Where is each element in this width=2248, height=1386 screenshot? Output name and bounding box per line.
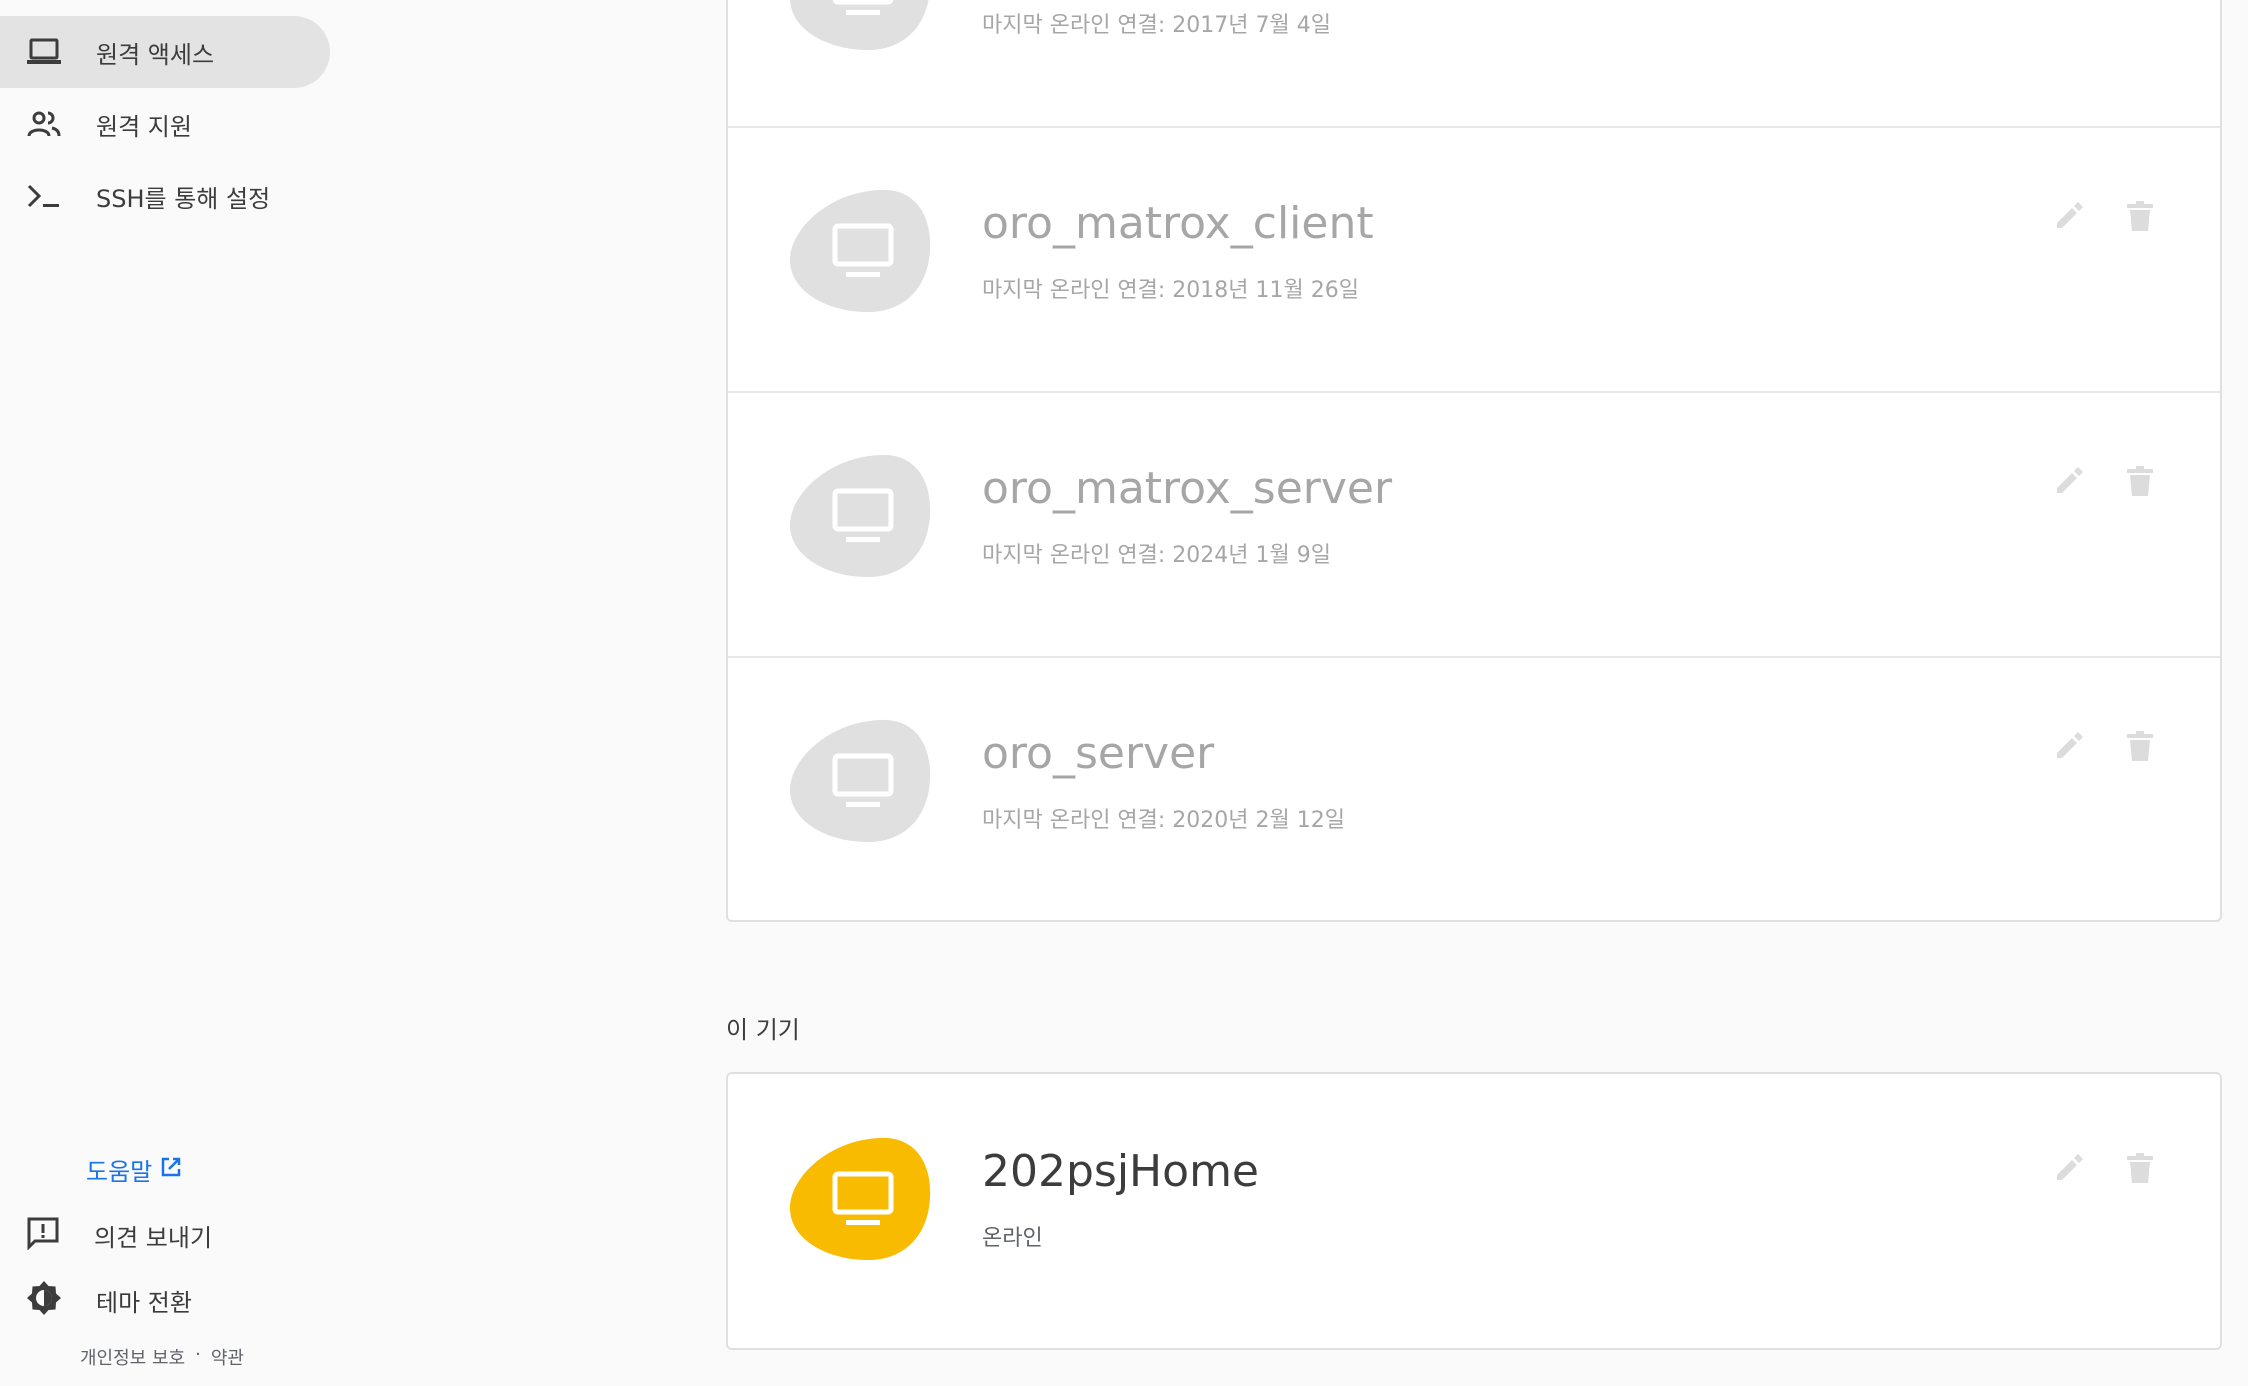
computer-blob-icon [790,1137,931,1260]
sidebar: 원격 액세스 원격 지원 SSH를 통해 설정 도움말 의견 보내기 테마 전환… [0,0,690,1386]
device-row[interactable]: oro_server 마지막 온라인 연결: 2020년 2월 12일 [728,656,2220,923]
sidebar-item-ssh-setup[interactable]: SSH를 통해 설정 [0,160,330,232]
legal-separator: · [195,1344,201,1365]
help-link[interactable]: 도움말 [86,1152,182,1187]
legal-links: 개인정보 보호 · 약관 [80,1344,244,1370]
device-row[interactable]: 202psjHome 온라인 [728,1074,2220,1339]
computer-blob-icon [790,454,931,577]
theme-label: 테마 전환 [96,1288,192,1317]
this-device-label: 이 기기 [726,1016,800,1044]
delete-button[interactable] [2122,1150,2158,1186]
delete-button[interactable] [2122,463,2158,499]
sidebar-item-remote-access[interactable]: 원격 액세스 [0,16,330,88]
laptop-icon [26,34,62,70]
terms-link[interactable]: 약관 [211,1344,244,1370]
trash-icon [2127,466,2153,496]
delete-button[interactable] [2122,728,2158,764]
terminal-icon [26,178,62,214]
trash-icon [2127,201,2153,231]
pencil-icon [2057,1154,2083,1180]
sidebar-item-label: 원격 액세스 [96,40,215,69]
device-status: 마지막 온라인 연결: 2020년 2월 12일 [982,808,1345,833]
edit-button[interactable] [2050,1150,2086,1186]
sidebar-item-remote-support[interactable]: 원격 지원 [0,88,330,160]
brightness-icon [26,1280,62,1320]
device-row[interactable]: 마지막 온라인 연결: 2017년 7월 4일 [728,0,2220,121]
device-row[interactable]: oro_matrox_client 마지막 온라인 연결: 2018년 11월 … [728,126,2220,393]
device-row[interactable]: oro_matrox_server 마지막 온라인 연결: 2024년 1월 9… [728,391,2220,658]
computer-blob-icon [790,0,929,50]
people-icon [26,106,62,142]
device-status: 마지막 온라인 연결: 2018년 11월 26일 [982,278,1359,303]
device-status: 마지막 온라인 연결: 2017년 7월 4일 [982,13,1332,38]
pencil-icon [2057,202,2083,228]
this-device-card: 202psjHome 온라인 [726,1072,2222,1350]
feedback-label: 의견 보내기 [94,1223,213,1252]
help-label: 도움말 [86,1158,153,1186]
theme-toggle-button[interactable]: 테마 전환 [26,1280,192,1320]
privacy-link[interactable]: 개인정보 보호 [80,1344,185,1370]
sidebar-item-label: 원격 지원 [96,112,192,141]
device-status: 마지막 온라인 연결: 2024년 1월 9일 [982,543,1332,568]
trash-icon [2127,731,2153,761]
pencil-icon [2057,732,2083,758]
device-name: oro_matrox_client [982,198,1374,249]
external-link-icon [160,1156,182,1184]
computer-blob-icon [790,189,931,312]
delete-button[interactable] [2122,198,2158,234]
feedback-button[interactable]: 의견 보내기 [26,1216,212,1254]
edit-button[interactable] [2050,728,2086,764]
device-name: oro_matrox_server [982,463,1393,514]
pencil-icon [2057,467,2083,493]
edit-button[interactable] [2050,198,2086,234]
computer-blob-icon [790,719,931,842]
device-status: 온라인 [982,1226,1043,1251]
remote-devices-card: 마지막 온라인 연결: 2017년 7월 4일 oro_matrox_clien… [726,0,2222,922]
device-name: 202psjHome [982,1146,1259,1197]
sidebar-item-label: SSH를 통해 설정 [96,184,271,213]
edit-button[interactable] [2050,463,2086,499]
trash-icon [2127,1153,2153,1183]
feedback-icon [26,1216,60,1254]
device-name: oro_server [982,728,1215,779]
